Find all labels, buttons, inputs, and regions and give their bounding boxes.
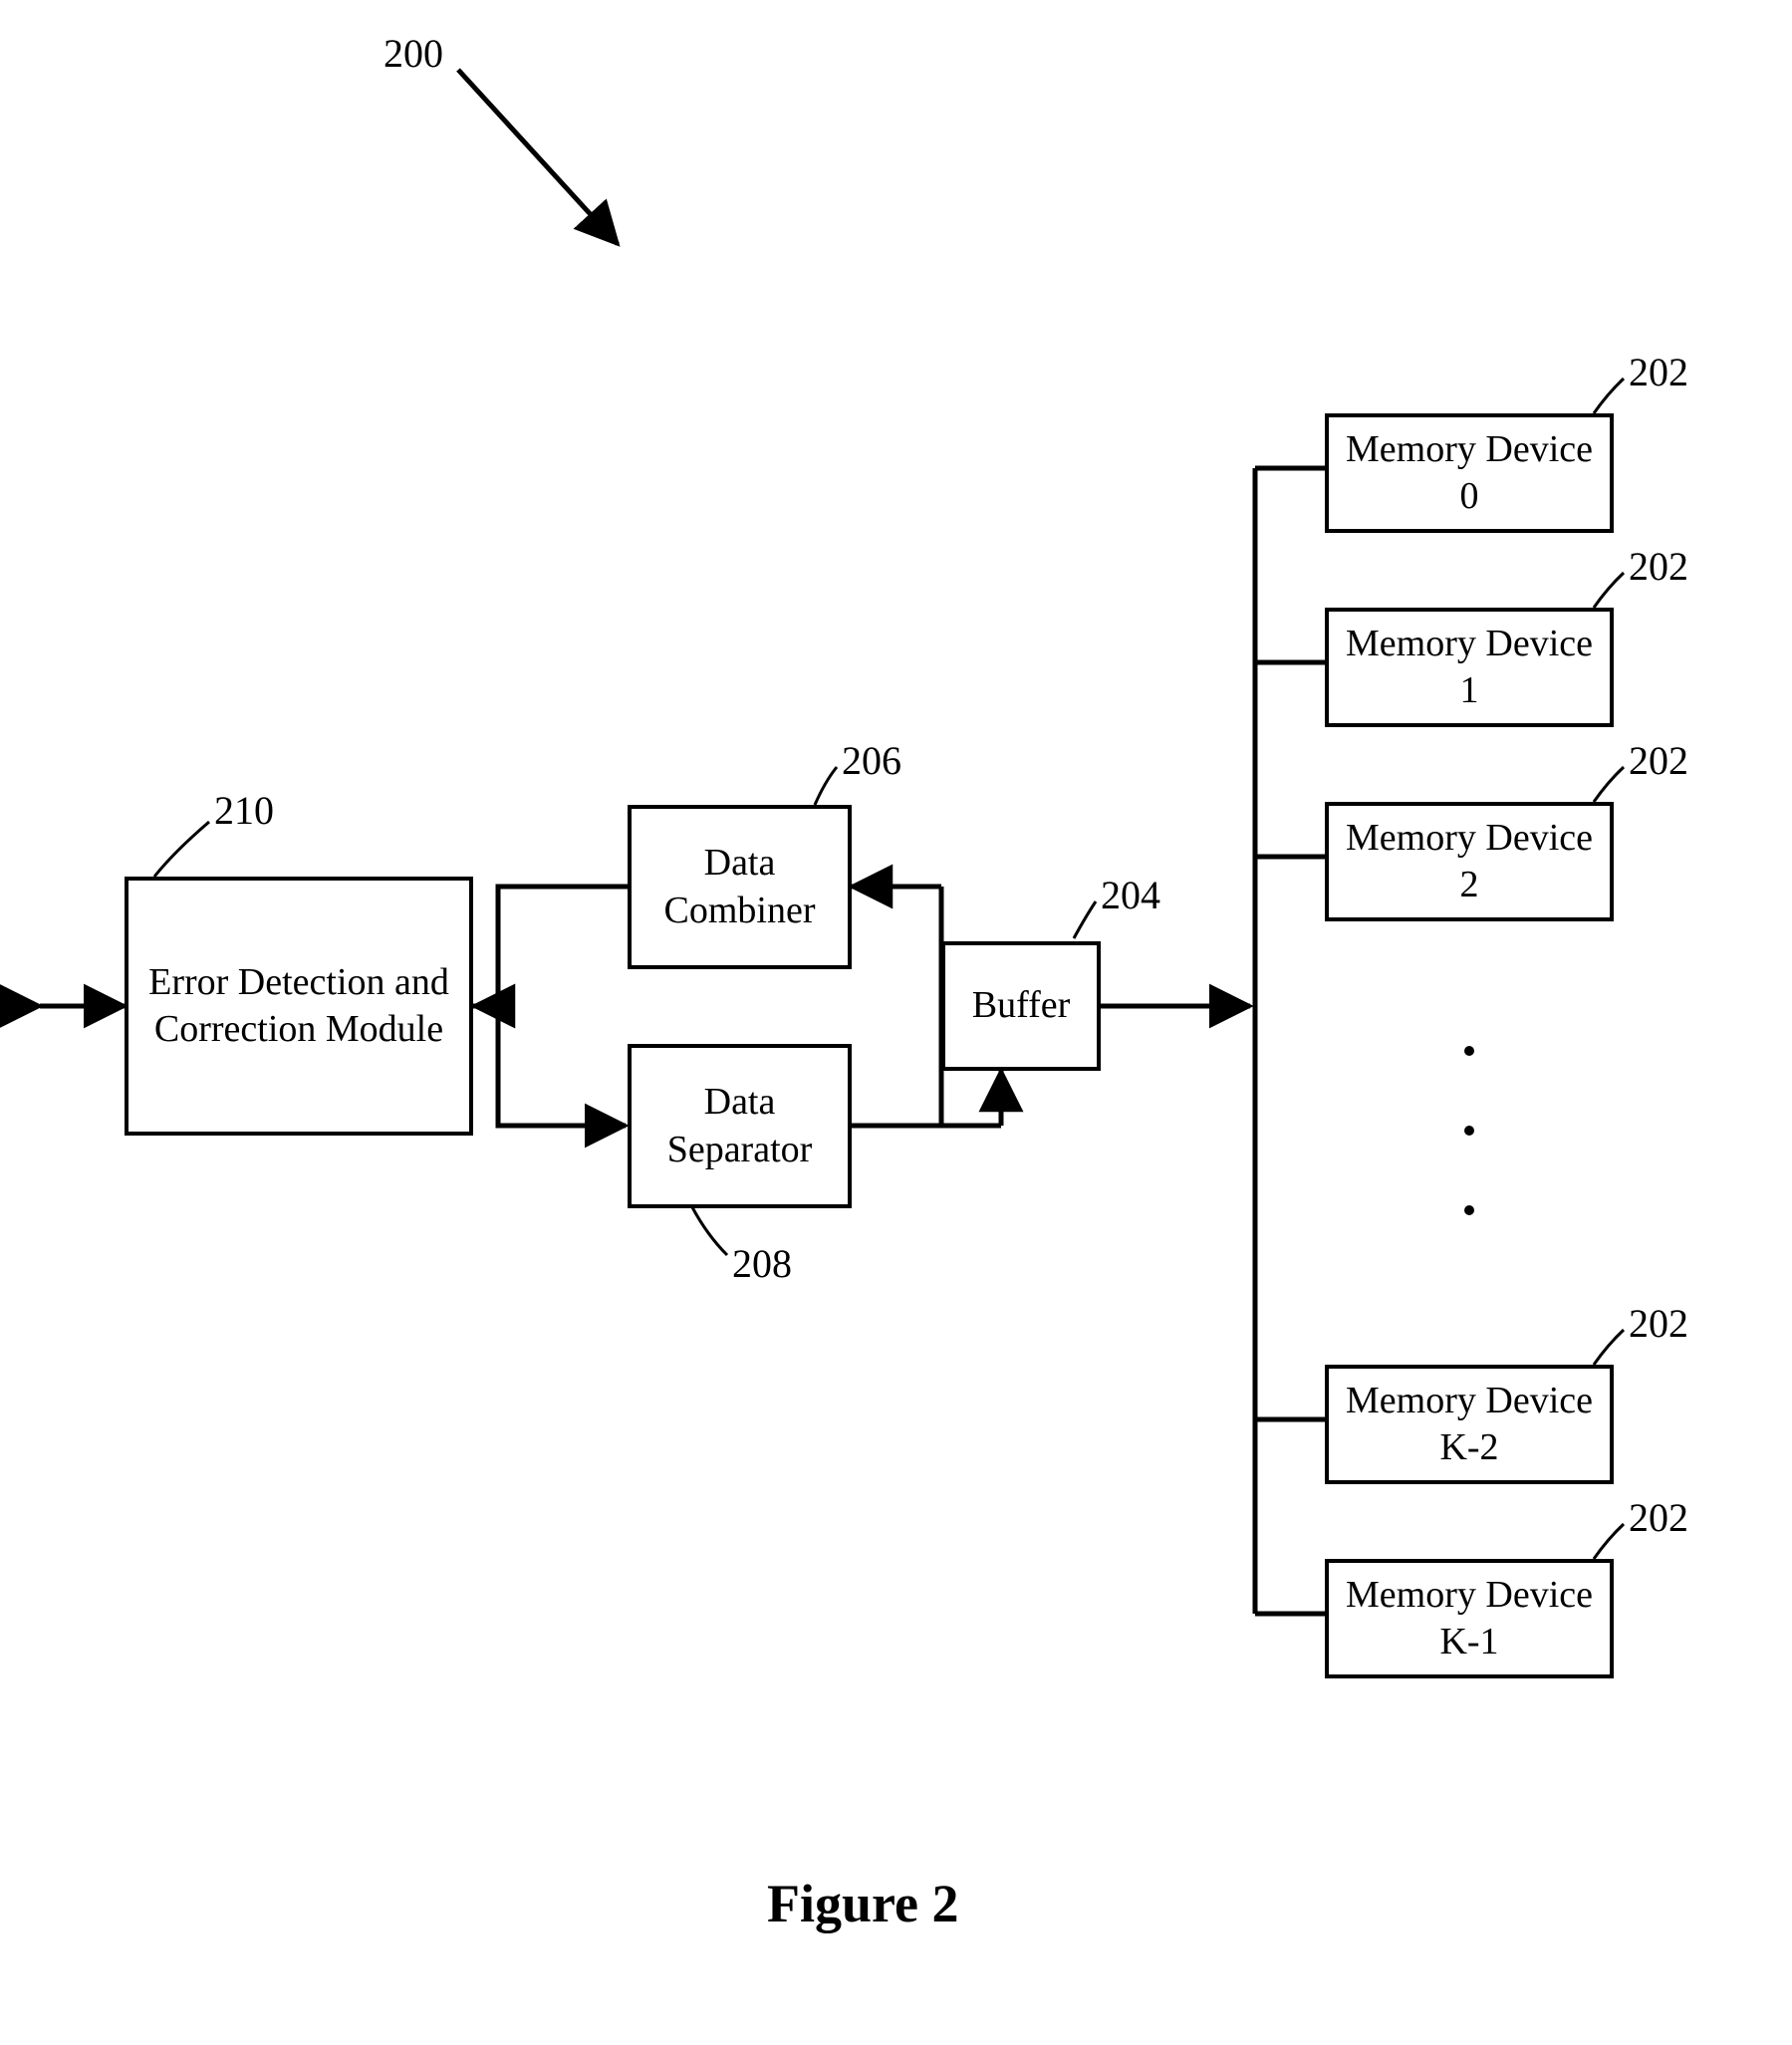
block-mem0: Memory Device 0 xyxy=(1325,413,1614,533)
ref-memK1: 202 xyxy=(1629,1494,1688,1541)
block-separator: Data Separator xyxy=(628,1044,852,1208)
block-combiner: Data Combiner xyxy=(628,805,852,969)
ref-combiner: 206 xyxy=(842,737,901,784)
block-mem1-label: Memory Device 1 xyxy=(1339,621,1600,715)
figure-caption: Figure 2 xyxy=(767,1873,958,1934)
block-memK2-label: Memory Device K-2 xyxy=(1339,1378,1600,1472)
ref-mem1: 202 xyxy=(1629,543,1688,590)
ref-mem0: 202 xyxy=(1629,349,1688,395)
block-memK1: Memory Device K-1 xyxy=(1325,1559,1614,1678)
overall-ref: 200 xyxy=(384,30,443,77)
block-mem1: Memory Device 1 xyxy=(1325,608,1614,727)
diagram-canvas: 200 Error Detection and Correction Modul… xyxy=(0,0,1792,2045)
ellipsis-dot xyxy=(1464,1046,1474,1056)
ref-edc: 210 xyxy=(214,787,274,834)
block-separator-label: Data Separator xyxy=(641,1079,838,1173)
block-memK1-label: Memory Device K-1 xyxy=(1339,1572,1600,1666)
ellipsis-dot xyxy=(1464,1205,1474,1215)
block-memK2: Memory Device K-2 xyxy=(1325,1365,1614,1484)
ref-separator: 208 xyxy=(732,1240,792,1287)
block-edc: Error Detection and Correction Module xyxy=(125,877,473,1136)
block-mem0-label: Memory Device 0 xyxy=(1339,426,1600,521)
block-mem2: Memory Device 2 xyxy=(1325,802,1614,921)
block-edc-label: Error Detection and Correction Module xyxy=(138,959,459,1054)
block-buffer-label: Buffer xyxy=(972,982,1071,1030)
block-mem2-label: Memory Device 2 xyxy=(1339,815,1600,909)
block-buffer: Buffer xyxy=(941,941,1101,1071)
ellipsis-dot xyxy=(1464,1126,1474,1136)
ref-mem2: 202 xyxy=(1629,737,1688,784)
block-combiner-label: Data Combiner xyxy=(641,840,838,934)
ref-buffer: 204 xyxy=(1101,872,1160,918)
ref-memK2: 202 xyxy=(1629,1300,1688,1347)
